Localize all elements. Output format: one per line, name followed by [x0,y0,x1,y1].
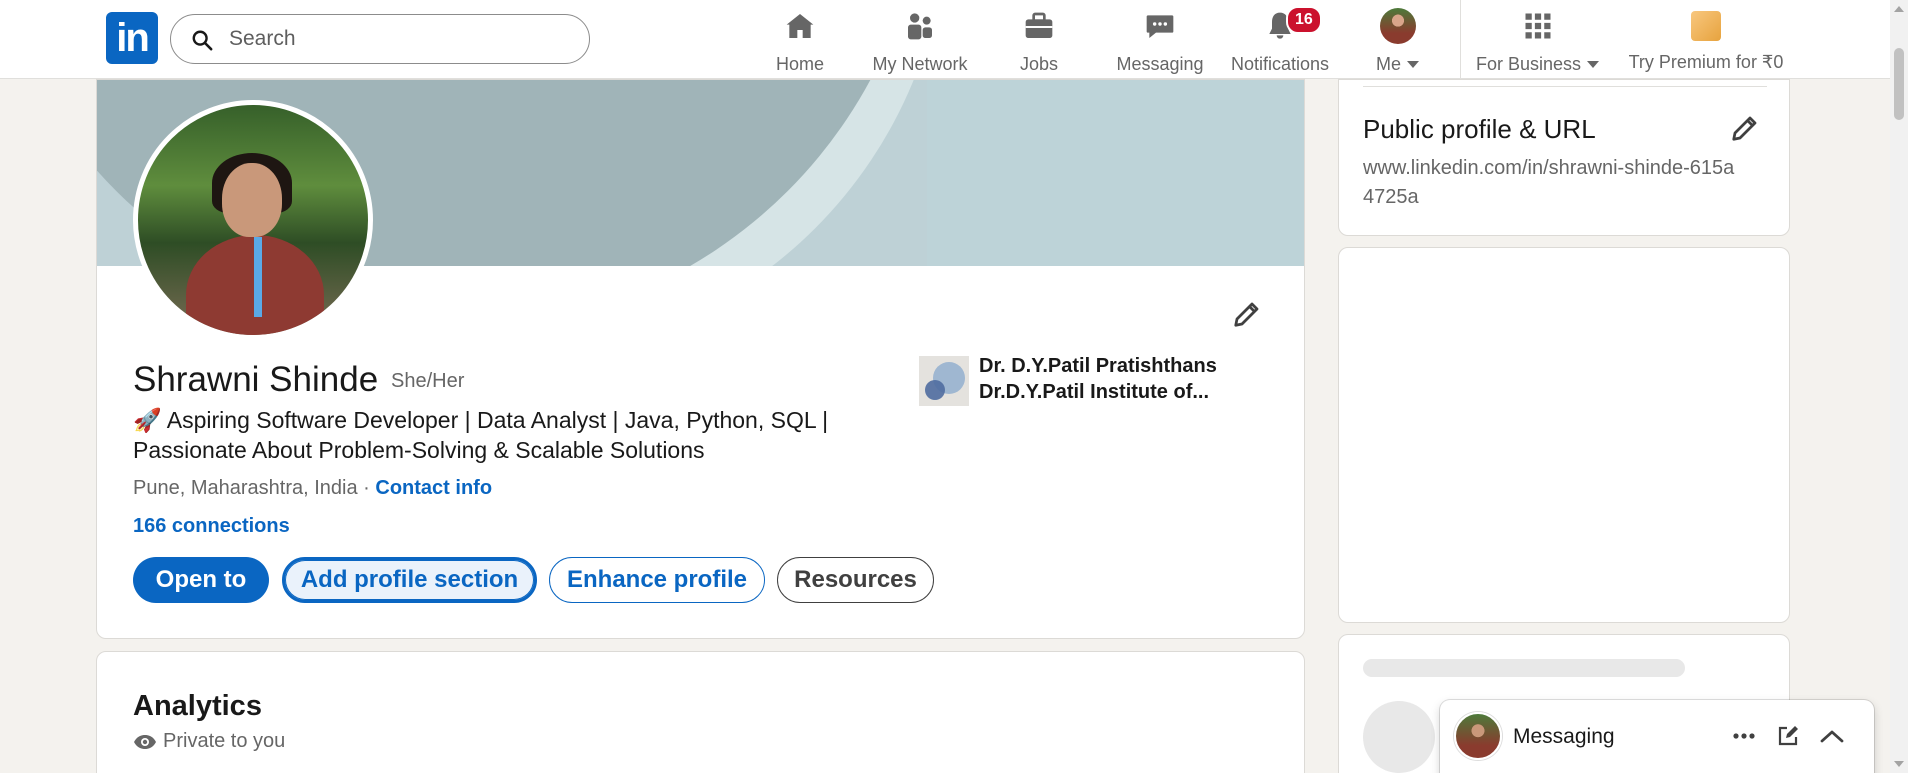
enhance-profile-button[interactable]: Enhance profile [549,557,765,603]
edit-public-profile-button[interactable] [1725,108,1765,148]
scrollbar-thumb[interactable] [1894,48,1904,120]
chevron-down-icon [1587,61,1600,68]
nav-jobs[interactable]: Jobs [1020,8,1059,74]
nav-home-label: Home [775,54,824,74]
search-icon [192,30,213,51]
chevron-up-icon [1820,730,1844,743]
education-line-2: Dr.D.Y.Patil Institute of... [979,381,1210,403]
pencil-icon [1732,116,1757,141]
home-icon [786,14,814,38]
profile-pronoun: She/Her [391,370,465,392]
public-profile-url: www.linkedin.com/in/shrawni-shinde-615a4… [1363,157,1735,208]
page-scrollbar[interactable] [1890,0,1908,773]
add-profile-section-button[interactable]: Add profile section [282,557,537,603]
contact-info-link[interactable]: Contact info [375,477,492,499]
briefcase-icon [1025,12,1053,38]
premium-icon [1691,11,1721,41]
school-logo-icon [919,356,969,406]
grid-icon [1525,13,1551,39]
chat-icon [1146,15,1174,38]
skeleton-bar [1363,659,1685,677]
network-icon [908,13,932,40]
profile-location: Pune, Maharashtra, India [133,477,358,499]
top-navigation: in Home My Network Jobs Messaging 16 Not… [0,0,1890,79]
chevron-down-icon [1407,61,1420,68]
avatar [1454,712,1502,760]
nav-home[interactable]: Home [765,8,835,74]
pencil-icon [1234,302,1259,327]
notifications-badge: 16 [1286,6,1322,34]
eye-icon [134,734,156,749]
nav-my-network[interactable]: My Network [866,8,974,74]
profile-card: Shrawni Shinde She/Her 🚀 Aspiring Softwa… [96,79,1305,639]
nav-divider [1460,0,1461,79]
ellipsis-icon [1733,733,1755,739]
profile-location-row: Pune, Maharashtra, India · Contact info [133,477,493,499]
analytics-title: Analytics [133,690,262,722]
nav-messaging-label: Messaging [1116,54,1204,74]
nav-try-premium-label: Try Premium for ₹0 [1628,52,1784,72]
search-input[interactable] [229,23,569,55]
education-link[interactable]: Dr. D.Y.Patil Pratishthans Dr.D.Y.Patil … [919,355,1217,406]
nav-my-network-label: My Network [872,54,968,74]
rocket-emoji: 🚀 [133,407,162,433]
education-line-1: Dr. D.Y.Patil Pratishthans [979,355,1217,377]
profile-photo[interactable] [133,100,373,340]
nav-me-label: Me [1375,54,1401,74]
search-box[interactable] [170,14,590,64]
skeleton-avatar [1363,701,1435,773]
compose-icon [1778,726,1798,746]
scroll-up-arrow-icon[interactable] [1894,6,1904,12]
ad-placeholder-card [1338,247,1790,623]
public-profile-title: Public profile & URL [1363,114,1596,144]
resources-button[interactable]: Resources [777,557,934,603]
nav-me[interactable]: Me [1370,8,1426,74]
profile-name: Shrawni Shinde [133,360,379,399]
messaging-collapse-button[interactable] [1816,720,1848,752]
analytics-card: Analytics Private to you [96,651,1305,773]
public-profile-card: Public profile & URL www.linkedin.com/in… [1338,79,1790,236]
messaging-more-button[interactable] [1728,720,1760,752]
avatar [1380,8,1416,44]
nav-for-business-label: For Business [1475,54,1582,74]
nav-try-premium[interactable]: Try Premium for ₹0 [1628,8,1784,72]
nav-notifications[interactable]: 16 Notifications [1230,6,1330,74]
nav-jobs-label: Jobs [1020,54,1059,74]
edit-intro-button[interactable] [1227,294,1267,334]
profile-headline: 🚀 Aspiring Software Developer | Data Ana… [133,405,873,465]
nav-notifications-label: Notifications [1230,54,1330,74]
profile-headline-text: Aspiring Software Developer | Data Analy… [133,407,829,463]
messaging-compose-button[interactable] [1772,720,1804,752]
connections-link[interactable]: 166 connections [133,515,290,538]
messaging-title: Messaging [1513,725,1615,748]
analytics-privacy: Private to you [133,730,285,753]
scroll-down-arrow-icon[interactable] [1894,761,1904,767]
nav-messaging[interactable]: Messaging [1110,8,1210,74]
linkedin-logo-icon[interactable]: in [106,12,158,64]
open-to-button[interactable]: Open to [133,557,269,603]
nav-for-business[interactable]: For Business [1474,8,1602,74]
messaging-overlay[interactable]: Messaging [1440,700,1874,773]
